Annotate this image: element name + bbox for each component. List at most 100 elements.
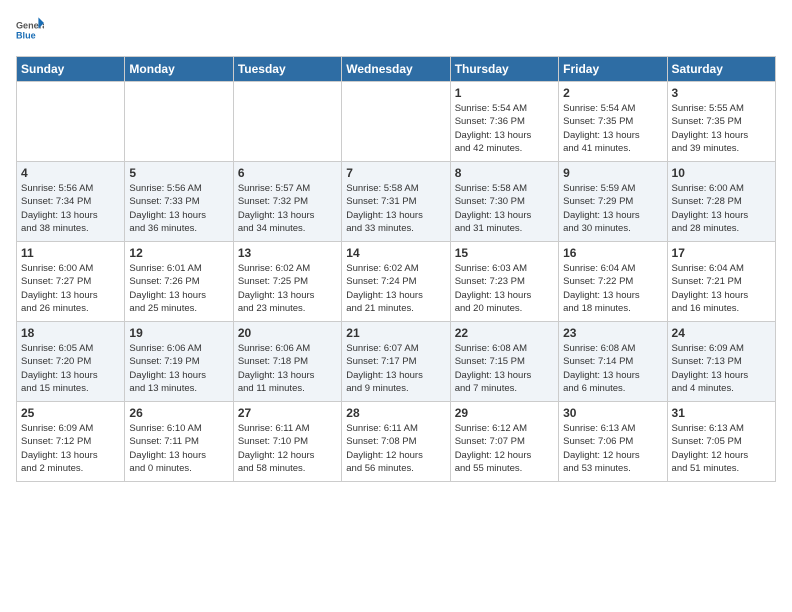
- day-number: 24: [672, 326, 771, 340]
- day-info: Sunrise: 5:59 AM Sunset: 7:29 PM Dayligh…: [563, 182, 662, 235]
- day-number: 4: [21, 166, 120, 180]
- day-info: Sunrise: 5:54 AM Sunset: 7:36 PM Dayligh…: [455, 102, 554, 155]
- day-info: Sunrise: 5:58 AM Sunset: 7:31 PM Dayligh…: [346, 182, 445, 235]
- day-info: Sunrise: 6:00 AM Sunset: 7:27 PM Dayligh…: [21, 262, 120, 315]
- day-number: 8: [455, 166, 554, 180]
- day-info: Sunrise: 6:08 AM Sunset: 7:15 PM Dayligh…: [455, 342, 554, 395]
- day-cell: 29 Sunrise: 6:12 AM Sunset: 7:07 PM Dayli…: [450, 402, 558, 482]
- header-cell-monday: Monday: [125, 57, 233, 82]
- day-cell: 3 Sunrise: 5:55 AM Sunset: 7:35 PM Daylig…: [667, 82, 775, 162]
- day-cell: 8 Sunrise: 5:58 AM Sunset: 7:30 PM Daylig…: [450, 162, 558, 242]
- day-info: Sunrise: 5:57 AM Sunset: 7:32 PM Dayligh…: [238, 182, 337, 235]
- day-number: 16: [563, 246, 662, 260]
- day-number: 11: [21, 246, 120, 260]
- day-info: Sunrise: 6:02 AM Sunset: 7:25 PM Dayligh…: [238, 262, 337, 315]
- header-cell-saturday: Saturday: [667, 57, 775, 82]
- day-info: Sunrise: 5:56 AM Sunset: 7:34 PM Dayligh…: [21, 182, 120, 235]
- day-number: 5: [129, 166, 228, 180]
- day-cell: 27 Sunrise: 6:11 AM Sunset: 7:10 PM Dayli…: [233, 402, 341, 482]
- day-cell: 4 Sunrise: 5:56 AM Sunset: 7:34 PM Daylig…: [17, 162, 125, 242]
- day-cell: 9 Sunrise: 5:59 AM Sunset: 7:29 PM Daylig…: [559, 162, 667, 242]
- day-number: 19: [129, 326, 228, 340]
- day-cell: [233, 82, 341, 162]
- day-cell: 24 Sunrise: 6:09 AM Sunset: 7:13 PM Dayli…: [667, 322, 775, 402]
- day-number: 27: [238, 406, 337, 420]
- logo-icon: General Blue: [16, 16, 44, 44]
- day-cell: 7 Sunrise: 5:58 AM Sunset: 7:31 PM Daylig…: [342, 162, 450, 242]
- week-row-3: 11 Sunrise: 6:00 AM Sunset: 7:27 PM Dayli…: [17, 242, 776, 322]
- day-number: 26: [129, 406, 228, 420]
- day-info: Sunrise: 6:04 AM Sunset: 7:22 PM Dayligh…: [563, 262, 662, 315]
- day-info: Sunrise: 6:11 AM Sunset: 7:08 PM Dayligh…: [346, 422, 445, 475]
- day-cell: 15Sunrise: 6:03 AM Sunset: 7:23 PM Dayli…: [450, 242, 558, 322]
- day-cell: 1 Sunrise: 5:54 AM Sunset: 7:36 PM Daylig…: [450, 82, 558, 162]
- day-info: Sunrise: 6:13 AM Sunset: 7:05 PM Dayligh…: [672, 422, 771, 475]
- day-info: Sunrise: 5:54 AM Sunset: 7:35 PM Dayligh…: [563, 102, 662, 155]
- day-info: Sunrise: 6:01 AM Sunset: 7:26 PM Dayligh…: [129, 262, 228, 315]
- day-cell: 16 Sunrise: 6:04 AM Sunset: 7:22 PM Dayli…: [559, 242, 667, 322]
- day-cell: 10 Sunrise: 6:00 AM Sunset: 7:28 PM Dayli…: [667, 162, 775, 242]
- day-info: Sunrise: 6:09 AM Sunset: 7:13 PM Dayligh…: [672, 342, 771, 395]
- day-info: Sunrise: 5:56 AM Sunset: 7:33 PM Dayligh…: [129, 182, 228, 235]
- logo: General Blue: [16, 16, 44, 44]
- day-number: 18: [21, 326, 120, 340]
- header-cell-friday: Friday: [559, 57, 667, 82]
- day-info: Sunrise: 6:05 AM Sunset: 7:20 PM Dayligh…: [21, 342, 120, 395]
- day-info: Sunrise: 6:10 AM Sunset: 7:11 PM Dayligh…: [129, 422, 228, 475]
- day-info: Sunrise: 6:00 AM Sunset: 7:28 PM Dayligh…: [672, 182, 771, 235]
- day-number: 30: [563, 406, 662, 420]
- day-number: 31: [672, 406, 771, 420]
- header-cell-sunday: Sunday: [17, 57, 125, 82]
- svg-text:Blue: Blue: [16, 30, 36, 40]
- day-info: Sunrise: 6:02 AM Sunset: 7:24 PM Dayligh…: [346, 262, 445, 315]
- day-info: Sunrise: 6:11 AM Sunset: 7:10 PM Dayligh…: [238, 422, 337, 475]
- day-number: 2: [563, 86, 662, 100]
- day-number: 28: [346, 406, 445, 420]
- header-cell-tuesday: Tuesday: [233, 57, 341, 82]
- day-number: 10: [672, 166, 771, 180]
- calendar-table: SundayMondayTuesdayWednesdayThursdayFrid…: [16, 56, 776, 482]
- day-cell: 23 Sunrise: 6:08 AM Sunset: 7:14 PM Dayli…: [559, 322, 667, 402]
- day-info: Sunrise: 6:09 AM Sunset: 7:12 PM Dayligh…: [21, 422, 120, 475]
- day-number: 9: [563, 166, 662, 180]
- day-cell: [342, 82, 450, 162]
- day-number: 14: [346, 246, 445, 260]
- day-info: Sunrise: 6:08 AM Sunset: 7:14 PM Dayligh…: [563, 342, 662, 395]
- day-cell: 30 Sunrise: 6:13 AM Sunset: 7:06 PM Dayli…: [559, 402, 667, 482]
- day-cell: 31 Sunrise: 6:13 AM Sunset: 7:05 PM Dayli…: [667, 402, 775, 482]
- day-number: 3: [672, 86, 771, 100]
- day-cell: 19Sunrise: 6:06 AM Sunset: 7:19 PM Dayli…: [125, 322, 233, 402]
- day-cell: 2 Sunrise: 5:54 AM Sunset: 7:35 PM Daylig…: [559, 82, 667, 162]
- day-number: 13: [238, 246, 337, 260]
- day-number: 12: [129, 246, 228, 260]
- day-number: 20: [238, 326, 337, 340]
- day-cell: 13 Sunrise: 6:02 AM Sunset: 7:25 PM Dayli…: [233, 242, 341, 322]
- day-number: 23: [563, 326, 662, 340]
- day-cell: [17, 82, 125, 162]
- day-number: 21: [346, 326, 445, 340]
- week-row-5: 25 Sunrise: 6:09 AM Sunset: 7:12 PM Dayli…: [17, 402, 776, 482]
- day-info: Sunrise: 5:58 AM Sunset: 7:30 PM Dayligh…: [455, 182, 554, 235]
- day-info: Sunrise: 5:55 AM Sunset: 7:35 PM Dayligh…: [672, 102, 771, 155]
- week-row-1: 1 Sunrise: 5:54 AM Sunset: 7:36 PM Daylig…: [17, 82, 776, 162]
- day-cell: 25 Sunrise: 6:09 AM Sunset: 7:12 PM Dayli…: [17, 402, 125, 482]
- day-cell: 6 Sunrise: 5:57 AM Sunset: 7:32 PM Daylig…: [233, 162, 341, 242]
- page-header: General Blue: [16, 16, 776, 44]
- day-number: 6: [238, 166, 337, 180]
- day-number: 7: [346, 166, 445, 180]
- header-cell-wednesday: Wednesday: [342, 57, 450, 82]
- day-info: Sunrise: 6:13 AM Sunset: 7:06 PM Dayligh…: [563, 422, 662, 475]
- day-number: 22: [455, 326, 554, 340]
- day-number: 29: [455, 406, 554, 420]
- day-number: 1: [455, 86, 554, 100]
- header-row: SundayMondayTuesdayWednesdayThursdayFrid…: [17, 57, 776, 82]
- day-cell: 21Sunrise: 6:07 AM Sunset: 7:17 PM Dayli…: [342, 322, 450, 402]
- day-number: 25: [21, 406, 120, 420]
- day-info: Sunrise: 6:12 AM Sunset: 7:07 PM Dayligh…: [455, 422, 554, 475]
- week-row-2: 4 Sunrise: 5:56 AM Sunset: 7:34 PM Daylig…: [17, 162, 776, 242]
- day-cell: 17Sunrise: 6:04 AM Sunset: 7:21 PM Dayli…: [667, 242, 775, 322]
- week-row-4: 18 Sunrise: 6:05 AM Sunset: 7:20 PM Dayli…: [17, 322, 776, 402]
- day-info: Sunrise: 6:03 AM Sunset: 7:23 PM Dayligh…: [455, 262, 554, 315]
- day-cell: 22 Sunrise: 6:08 AM Sunset: 7:15 PM Dayli…: [450, 322, 558, 402]
- day-info: Sunrise: 6:04 AM Sunset: 7:21 PM Dayligh…: [672, 262, 771, 315]
